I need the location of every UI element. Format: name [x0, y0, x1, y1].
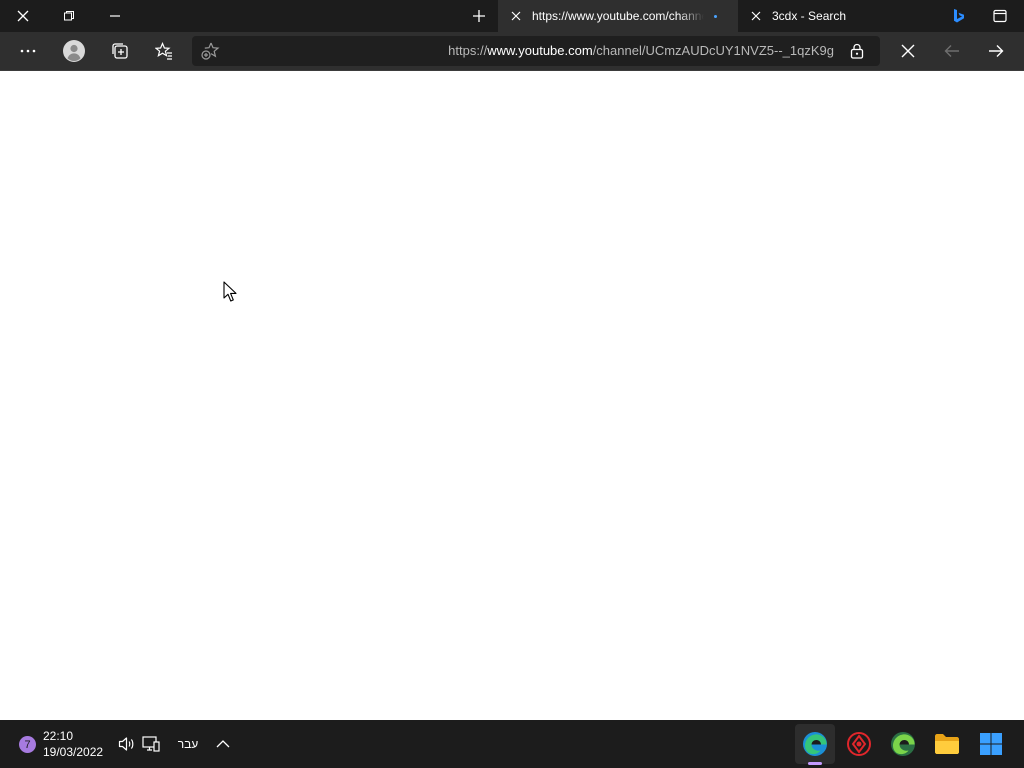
- taskbar-app-edge-canary[interactable]: [883, 724, 923, 764]
- tab-3cdx-search[interactable]: 3cdx - Search: [742, 0, 942, 32]
- close-icon: [751, 11, 761, 21]
- avatar-icon: [63, 40, 85, 62]
- restore-window-button[interactable]: [46, 0, 92, 32]
- close-window-button[interactable]: [0, 0, 46, 32]
- collections-icon: [112, 43, 128, 59]
- tab-actions-icon: [993, 9, 1007, 23]
- stop-loading-button[interactable]: [892, 35, 924, 67]
- plus-icon: [473, 10, 485, 22]
- taskbar-app-red[interactable]: [839, 724, 879, 764]
- minimize-icon: [110, 15, 120, 17]
- tab-title: 3cdx - Search: [772, 9, 847, 23]
- mouse-cursor: [223, 281, 237, 308]
- close-icon: [17, 10, 29, 22]
- close-tab-button[interactable]: [508, 8, 524, 24]
- url-text[interactable]: https://www.youtube.com/channel/UCmzAUDc…: [448, 43, 834, 58]
- volume-button[interactable]: [116, 720, 138, 768]
- folder-icon: [935, 734, 959, 754]
- edge-icon: [803, 732, 827, 756]
- minimize-window-button[interactable]: [92, 0, 138, 32]
- show-hidden-icons-button[interactable]: [212, 720, 234, 768]
- taskbar-app-edge[interactable]: [795, 724, 835, 764]
- arrow-cursor-icon: [223, 281, 237, 302]
- tab-actions-button[interactable]: [977, 0, 1023, 32]
- title-bar: https://www.youtube.com/channel/UCmzAUDc…: [0, 0, 1024, 32]
- tab-title: https://www.youtube.com/channel/UCmzAUDc…: [532, 9, 704, 23]
- edge-alt-icon: [891, 732, 915, 756]
- browser-toolbar: https://www.youtube.com/channel/UCmzAUDc…: [0, 32, 1024, 71]
- back-button[interactable]: [936, 35, 968, 67]
- url-path: /channel/UCmzAUDcUY1NVZ5--_1qzK9g: [592, 43, 834, 58]
- tab-youtube-channel[interactable]: https://www.youtube.com/channel/UCmzAUDc…: [498, 0, 738, 32]
- loading-indicator: [714, 14, 717, 18]
- restore-icon: [64, 11, 74, 21]
- address-bar[interactable]: https://www.youtube.com/channel/UCmzAUDc…: [192, 36, 880, 66]
- favorites-button[interactable]: [148, 35, 180, 67]
- close-icon: [901, 44, 915, 58]
- star-add-icon: [201, 42, 220, 60]
- arrow-right-icon: [989, 45, 1004, 57]
- add-favorite-button[interactable]: [200, 41, 220, 66]
- bing-icon: [954, 9, 964, 23]
- windows-icon: [980, 733, 1002, 755]
- web-page-content[interactable]: [0, 71, 1024, 720]
- active-app-indicator: [808, 762, 822, 765]
- bing-button[interactable]: [936, 0, 982, 32]
- taskbar-clock[interactable]: 22:10 19/03/2022: [43, 728, 103, 760]
- favorites-icon: [155, 42, 172, 60]
- forward-button[interactable]: [980, 35, 1012, 67]
- site-info-button[interactable]: [850, 43, 864, 64]
- lock-icon: [850, 43, 864, 59]
- profile-button[interactable]: [58, 35, 90, 67]
- close-tab-button[interactable]: [748, 8, 764, 24]
- more-icon: [20, 49, 36, 53]
- red-app-icon: [847, 732, 871, 756]
- notification-count-badge[interactable]: 7: [19, 736, 36, 753]
- clock-time: 22:10: [43, 729, 74, 743]
- language-indicator[interactable]: עבר: [172, 720, 204, 768]
- collections-button[interactable]: [104, 35, 136, 67]
- taskbar: 22:10 19/03/2022 עבר: [0, 720, 1024, 768]
- network-button[interactable]: [140, 720, 162, 768]
- new-tab-button[interactable]: [456, 0, 502, 32]
- speaker-icon: [118, 737, 134, 751]
- url-scheme: https://: [448, 43, 488, 58]
- chevron-up-icon: [216, 740, 230, 748]
- network-icon: [142, 736, 160, 752]
- arrow-left-icon: [944, 45, 959, 57]
- language-label: עבר: [177, 737, 199, 751]
- clock-date: 19/03/2022: [43, 745, 104, 759]
- close-icon: [511, 11, 521, 21]
- taskbar-app-file-explorer[interactable]: [927, 724, 967, 764]
- url-host: www.youtube.com: [487, 43, 593, 58]
- start-button[interactable]: [971, 724, 1011, 764]
- settings-menu-button[interactable]: [12, 35, 44, 67]
